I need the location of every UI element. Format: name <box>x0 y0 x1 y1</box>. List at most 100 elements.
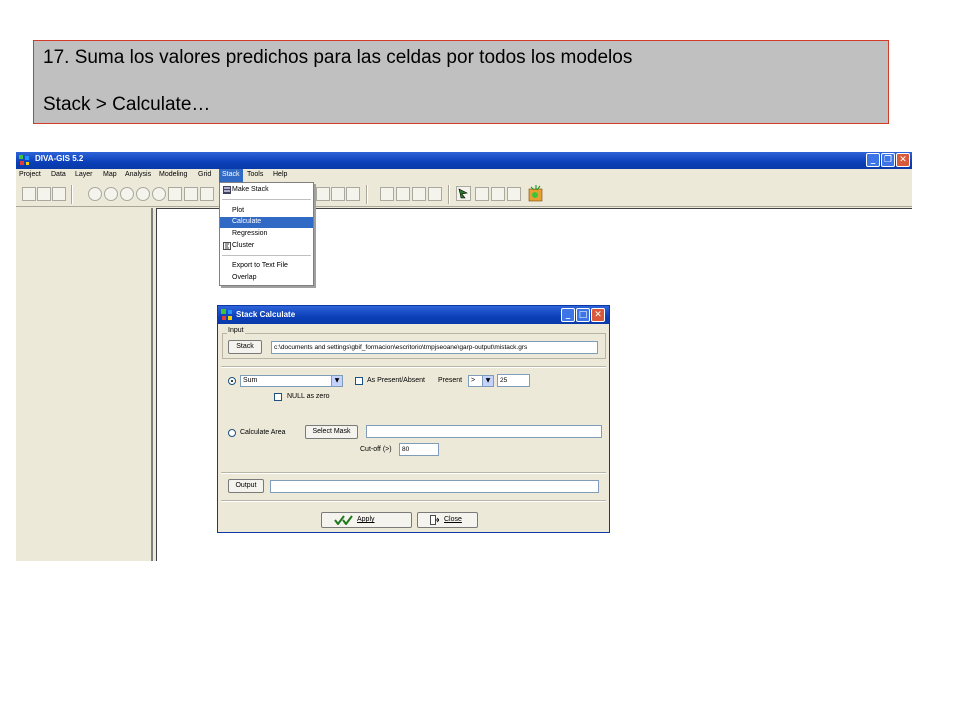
identify-icon[interactable] <box>136 187 150 201</box>
close-button[interactable]: Close <box>417 512 478 528</box>
menu-analysis[interactable]: Analysis <box>125 171 151 178</box>
menu-item-label: Cluster <box>232 242 255 249</box>
dialog-titlebar[interactable]: Stack Calculate _ □ ✕ <box>218 306 609 324</box>
tools-icon[interactable] <box>380 187 394 201</box>
measure-icon[interactable] <box>200 187 214 201</box>
function-select[interactable]: Sum ▼ <box>240 375 343 387</box>
as-present-absent-checkbox[interactable] <box>355 377 363 385</box>
menu-data[interactable]: Data <box>51 171 66 178</box>
window-titlebar[interactable]: DIVA-GIS 5.2 _ ❐ ✕ <box>16 152 912 169</box>
toolbar-divider <box>366 185 368 204</box>
globe-icon[interactable] <box>528 185 544 202</box>
redo-icon[interactable] <box>184 187 198 201</box>
app-logo-icon <box>19 155 29 165</box>
pan-icon[interactable] <box>120 187 134 201</box>
dialog-title: Stack Calculate <box>236 310 296 319</box>
zoom-out-icon[interactable] <box>104 187 118 201</box>
menubar: Project Data Layer Map Analysis Modeling… <box>16 169 912 182</box>
model-arrow-icon[interactable] <box>456 186 471 201</box>
present-operator-select[interactable]: > ▼ <box>468 375 494 387</box>
legend-pane[interactable] <box>16 208 153 561</box>
chevron-down-icon: ▼ <box>482 376 493 386</box>
dialog-maximize-button[interactable]: □ <box>576 308 590 322</box>
dialog-close-button[interactable]: ✕ <box>591 308 605 322</box>
apply-button-label: Apply <box>357 516 375 523</box>
function-radio[interactable] <box>228 377 236 385</box>
table-icon[interactable] <box>331 187 345 201</box>
close-button-label: Close <box>444 516 462 523</box>
menu-item-plot[interactable]: Plot <box>220 206 313 217</box>
instruction-line-1: 17. Suma los valores predichos para las … <box>43 47 633 68</box>
calculate-area-radio[interactable] <box>228 429 236 437</box>
instruction-box: 17. Suma los valores predichos para las … <box>33 40 889 124</box>
mask-path-field[interactable] <box>366 425 602 438</box>
cutoff-value-field[interactable]: 80 <box>399 443 439 456</box>
menu-grid[interactable]: Grid <box>198 171 211 178</box>
save-icon[interactable] <box>52 187 66 201</box>
stack-button[interactable]: Stack <box>228 340 262 354</box>
output-path-field[interactable] <box>270 480 599 493</box>
app-logo-icon <box>221 309 232 320</box>
function-value: Sum <box>243 377 258 384</box>
clear-icon[interactable] <box>412 187 426 201</box>
menu-help[interactable]: Help <box>273 171 287 178</box>
blank-tool-icon[interactable] <box>491 187 505 201</box>
label-icon[interactable] <box>316 187 330 201</box>
null-as-zero-checkbox[interactable] <box>274 393 282 401</box>
as-present-absent-label: As Present/Absent <box>367 377 425 384</box>
filter-icon[interactable] <box>346 187 360 201</box>
menu-item-label: Make Stack <box>232 186 269 193</box>
menu-tools[interactable]: Tools <box>247 171 263 178</box>
output-button[interactable]: Output <box>228 479 264 493</box>
dialog-separator <box>221 500 606 502</box>
chevron-down-icon: ▼ <box>331 376 342 386</box>
cutoff-label: Cut-off (>) <box>360 446 392 453</box>
grid-icon[interactable] <box>475 187 489 201</box>
menu-separator <box>222 199 311 200</box>
toolbar-divider <box>71 185 73 204</box>
dialog-minimize-button[interactable]: _ <box>561 308 575 322</box>
query-icon[interactable] <box>396 187 410 201</box>
select-icon[interactable] <box>152 187 166 201</box>
hand-icon[interactable] <box>428 187 442 201</box>
zoom-in-icon[interactable] <box>88 187 102 201</box>
new-icon[interactable] <box>22 187 36 201</box>
close-window-button[interactable]: ✕ <box>896 153 910 167</box>
minimize-button[interactable]: _ <box>866 153 880 167</box>
menu-layer[interactable]: Layer <box>75 171 93 178</box>
stack-path-field[interactable]: c:\documents and settings\gbif_formacion… <box>271 341 598 354</box>
open-folder-icon[interactable] <box>37 187 51 201</box>
present-label: Present <box>438 377 463 384</box>
menu-item-export-text[interactable]: Export to Text File <box>220 261 313 272</box>
dialog-separator <box>221 366 606 368</box>
calculate-area-label: Calculate Area <box>240 429 286 436</box>
menu-item-label: Calculate <box>232 218 262 225</box>
select-mask-button[interactable]: Select Mask <box>305 425 358 439</box>
menu-item-overlap[interactable]: Overlap <box>220 273 313 284</box>
menu-item-label: Export to Text File <box>232 262 288 269</box>
menu-stack[interactable]: Stack <box>219 169 243 182</box>
menu-item-make-stack[interactable]: Make Stack <box>220 185 313 196</box>
toolbar <box>16 182 912 207</box>
menu-modeling[interactable]: Modeling <box>159 171 187 178</box>
undo-icon[interactable] <box>168 187 182 201</box>
present-operator-value: > <box>471 377 476 384</box>
instruction-line-2: Stack > Calculate… <box>43 94 211 115</box>
menu-item-label: Overlap <box>232 274 257 281</box>
menu-item-calculate[interactable]: Calculate <box>220 217 313 228</box>
restore-button[interactable]: ❐ <box>881 153 895 167</box>
menu-item-cluster[interactable]: Cluster <box>220 241 313 252</box>
window-title: DIVA-GIS 5.2 <box>35 154 84 163</box>
menu-project[interactable]: Project <box>19 171 41 178</box>
menu-item-label: Plot <box>232 207 245 214</box>
stack-icon <box>223 186 231 194</box>
cluster-icon <box>223 242 231 250</box>
menu-item-label: Regression <box>232 230 268 237</box>
apply-button[interactable]: Apply <box>321 512 412 528</box>
present-value-field[interactable]: 25 <box>497 374 530 387</box>
blank-tool-icon[interactable] <box>507 187 521 201</box>
menu-item-regression[interactable]: Regression <box>220 229 313 240</box>
checkmark-icon <box>334 515 353 525</box>
stack-calculate-dialog: Stack Calculate _ □ ✕ Input Stack c:\doc… <box>217 305 610 533</box>
menu-map[interactable]: Map <box>103 171 117 178</box>
